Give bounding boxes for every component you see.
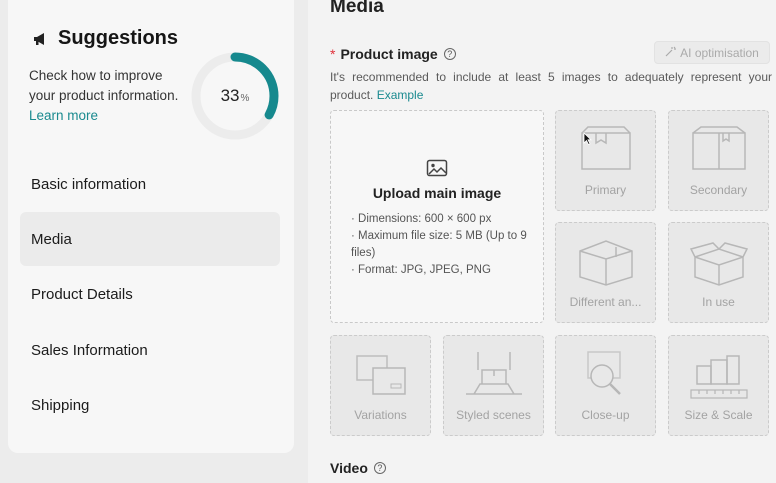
progress-ring: 33% <box>189 50 281 142</box>
megaphone-icon <box>32 30 50 48</box>
nav-sales-information[interactable]: Sales Information <box>20 323 280 377</box>
progress-value: 33% <box>220 86 250 105</box>
suggestions-title: Suggestions <box>58 27 179 49</box>
upload-specs: · Dimensions: 600 × 600 px · Maximum fil… <box>351 211 531 279</box>
section-title: Media <box>330 0 384 17</box>
example-link[interactable]: Example <box>377 88 424 102</box>
required-marker: * <box>330 46 336 62</box>
nav-product-details[interactable]: Product Details <box>20 267 280 321</box>
video-help-icon[interactable]: ? <box>373 462 386 474</box>
slot-close-up[interactable]: Close-up <box>555 335 656 436</box>
suggestions-text: Check how to improve your product inform… <box>29 68 179 123</box>
spec-dimensions: · Dimensions: 600 × 600 px <box>351 213 492 225</box>
nav-basic-information[interactable]: Basic information <box>20 157 280 211</box>
ai-optimisation-button[interactable]: AI optimisation <box>654 41 770 64</box>
learn-more-link[interactable]: Learn more <box>29 108 98 123</box>
slot-size-scale[interactable]: Size & Scale <box>668 335 769 436</box>
box-icon <box>692 126 746 170</box>
suggestions-header: Suggestions <box>32 27 178 50</box>
magic-wand-icon <box>665 46 677 60</box>
ruler-icon <box>690 355 748 399</box>
slot-secondary[interactable]: Secondary <box>668 110 769 211</box>
slot-different-angles[interactable]: Different an... <box>555 222 656 323</box>
nav-shipping[interactable]: Shipping <box>20 378 280 432</box>
scene-icon <box>466 352 522 395</box>
help-icon[interactable]: ? <box>443 48 456 60</box>
image-icon <box>426 159 448 182</box>
box-3d-icon <box>579 240 633 286</box>
open-box-icon <box>689 242 749 286</box>
upload-title: Upload main image <box>372 185 502 201</box>
spec-file-size: · Maximum file size: 5 MB (Up to 9 files… <box>351 230 527 259</box>
slot-variations[interactable]: Variations <box>330 335 431 436</box>
recommendation-text: It's recommended to include at least 5 i… <box>330 70 772 102</box>
variations-icon <box>356 355 406 395</box>
product-image-label: * Product image ? <box>330 46 456 62</box>
magnifier-icon <box>587 351 621 395</box>
mouse-cursor-icon <box>583 132 592 145</box>
media-panel: Media * Product image ? AI optimisation … <box>308 0 776 483</box>
slot-styled-scenes[interactable]: Styled scenes <box>443 335 544 436</box>
slot-in-use[interactable]: In use <box>668 222 769 323</box>
video-label: Video ? <box>330 460 386 476</box>
nav-media[interactable]: Media <box>20 212 280 266</box>
upload-main-image-dropzone[interactable]: Upload main image · Dimensions: 600 × 60… <box>330 110 544 323</box>
sidebar: Suggestions Check how to improve your pr… <box>8 0 294 453</box>
spec-format: · Format: JPG, JPEG, PNG <box>351 264 491 276</box>
slot-primary[interactable]: Primary <box>555 110 656 211</box>
